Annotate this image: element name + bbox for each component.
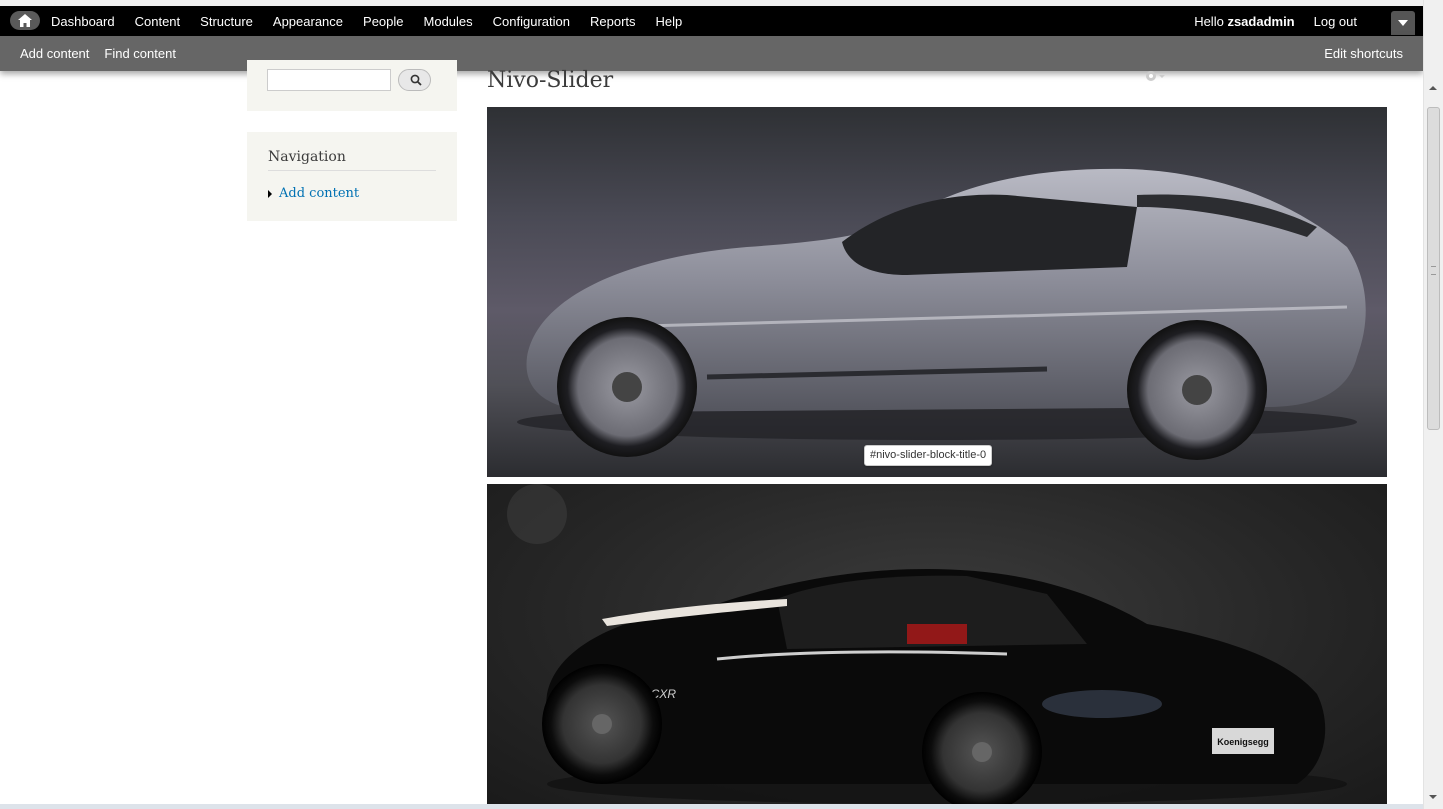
menu-modules[interactable]: Modules [424, 14, 473, 29]
slider-image-silver-car[interactable]: #nivo-slider-block-title-0 [487, 107, 1387, 477]
search-icon [410, 74, 422, 86]
admin-toolbar: Dashboard Content Structure Appearance P… [0, 6, 1423, 36]
search-block [247, 60, 457, 111]
admin-menu: Dashboard Content Structure Appearance P… [51, 6, 702, 36]
shortcut-add-content[interactable]: Add content [20, 46, 89, 61]
menu-content[interactable]: Content [135, 14, 181, 29]
nav-item-add-content[interactable]: Add content [268, 186, 359, 201]
menu-structure[interactable]: Structure [200, 14, 253, 29]
menu-help[interactable]: Help [656, 14, 683, 29]
scroll-up-arrow-icon[interactable] [1429, 86, 1437, 90]
home-icon [18, 14, 32, 27]
hello-prefix: Hello [1194, 13, 1228, 29]
nav-link-add-content[interactable]: Add content [279, 186, 359, 201]
username-link[interactable]: zsadadmin [1227, 14, 1294, 29]
scroll-down-arrow-icon[interactable] [1429, 795, 1437, 799]
contextual-gear-icon[interactable] [1143, 68, 1167, 84]
menu-reports[interactable]: Reports [590, 14, 636, 29]
home-button[interactable] [10, 11, 40, 30]
menu-configuration[interactable]: Configuration [493, 14, 570, 29]
menu-dashboard[interactable]: Dashboard [51, 14, 115, 29]
menu-people[interactable]: People [363, 14, 403, 29]
scroll-grip-icon [1431, 266, 1436, 275]
edit-shortcuts-link[interactable]: Edit shortcuts [1324, 36, 1403, 70]
navigation-block: Navigation Add content [247, 132, 457, 221]
black-car-image: CCXR Koenigsegg [507, 484, 1347, 809]
slider-image-black-car[interactable]: CCXR Koenigsegg [487, 484, 1387, 809]
chevron-down-icon [1398, 20, 1408, 26]
taskbar-strip [0, 804, 1423, 809]
license-plate-text: Koenigsegg [1217, 737, 1269, 747]
slider-caption-tooltip: #nivo-slider-block-title-0 [864, 445, 993, 466]
bullet-icon [268, 189, 272, 198]
silver-car-image [517, 168, 1366, 460]
search-input[interactable] [267, 69, 391, 91]
shortcuts-toggle-button[interactable] [1391, 11, 1415, 35]
shortcut-list: Add content Find content [20, 36, 191, 70]
logout-link[interactable]: Log out [1314, 14, 1357, 29]
shortcuts-bar: Add content Find content Edit shortcuts [0, 36, 1423, 71]
block-title: Nivo-Slider [487, 68, 614, 93]
hello-text: Hello zsadadmin [1194, 14, 1294, 29]
page-scrollbar[interactable] [1423, 0, 1443, 809]
navigation-title: Navigation [268, 149, 436, 171]
search-button[interactable] [398, 69, 431, 91]
user-area: Hello zsadadmin Log out [1194, 6, 1357, 36]
scroll-thumb[interactable] [1427, 107, 1440, 430]
menu-appearance[interactable]: Appearance [273, 14, 343, 29]
shortcut-find-content[interactable]: Find content [104, 46, 176, 61]
